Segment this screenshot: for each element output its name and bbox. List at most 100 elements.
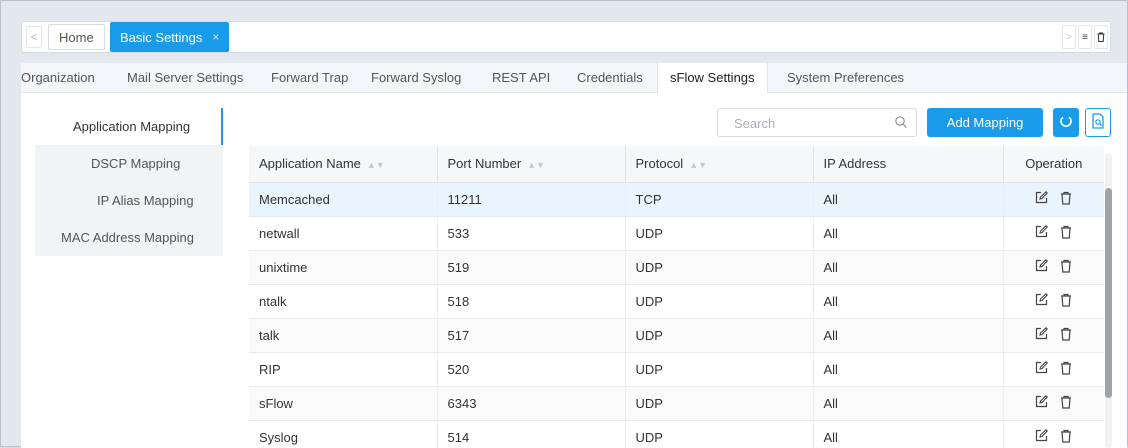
column-header-label: Protocol	[635, 156, 684, 172]
column-header-port-number[interactable]: Port Number ▲▼	[437, 146, 626, 183]
search-icon[interactable]	[894, 115, 908, 129]
cell-ip-address: All	[813, 352, 1004, 387]
tab-strip: < Home Basic Settings × > ≡	[21, 21, 1111, 53]
table-row[interactable]: Syslog 514 UDP All	[249, 420, 1104, 448]
table-row[interactable]: talk 517 UDP All	[249, 318, 1104, 353]
close-icon[interactable]: ×	[212, 30, 219, 44]
cell-application-name: sFlow	[249, 386, 438, 421]
edit-icon[interactable]	[1035, 361, 1049, 374]
cell-application-name: Syslog	[249, 420, 438, 448]
edit-icon[interactable]	[1035, 395, 1049, 408]
cell-protocol: TCP	[625, 182, 814, 217]
trash-icon[interactable]	[1094, 25, 1108, 49]
trash-icon[interactable]	[1060, 395, 1072, 409]
column-header-ip-address: IP Address	[813, 146, 1004, 183]
column-header-label: Application Name	[259, 156, 361, 172]
cell-operation	[1003, 352, 1104, 387]
tab-home-label: Home	[59, 29, 94, 45]
column-header-protocol[interactable]: Protocol ▲▼	[625, 146, 814, 183]
cell-port-number: 517	[437, 318, 626, 353]
cell-protocol: UDP	[625, 250, 814, 285]
table-row[interactable]: unixtime 519 UDP All	[249, 250, 1104, 285]
trash-icon[interactable]	[1060, 191, 1072, 205]
subtab-system-preferences[interactable]: System Preferences	[787, 63, 904, 93]
cell-operation	[1003, 386, 1104, 421]
trash-icon[interactable]	[1060, 429, 1072, 443]
refresh-icon	[1059, 114, 1073, 131]
cell-operation	[1003, 318, 1104, 353]
app-frame: < Home Basic Settings × > ≡ Organization…	[0, 0, 1128, 448]
subtab-rest-api[interactable]: REST API	[492, 63, 550, 93]
subtab-sflow-settings[interactable]: sFlow Settings	[657, 63, 768, 93]
scrollbar-thumb[interactable]	[1105, 188, 1112, 398]
table-row[interactable]: RIP 520 UDP All	[249, 352, 1104, 387]
edit-icon[interactable]	[1035, 429, 1049, 442]
cell-application-name: talk	[249, 318, 438, 353]
table-row[interactable]: Memcached 11211 TCP All	[249, 182, 1104, 217]
menu-icon[interactable]: ≡	[1078, 25, 1092, 49]
tab-scroll-left-button[interactable]: <	[26, 26, 42, 48]
subtab-credentials[interactable]: Credentials	[577, 63, 643, 93]
table-header-row: Application Name ▲▼ Port Number ▲▼ Protoco…	[249, 146, 1104, 183]
trash-icon[interactable]	[1060, 259, 1072, 273]
table-scrollbar[interactable]	[1105, 153, 1112, 448]
cell-operation	[1003, 250, 1104, 285]
cell-operation	[1003, 216, 1104, 251]
trash-icon[interactable]	[1060, 225, 1072, 239]
cell-protocol: UDP	[625, 352, 814, 387]
cell-application-name: RIP	[249, 352, 438, 387]
cell-application-name: ntalk	[249, 284, 438, 319]
refresh-button[interactable]	[1053, 108, 1079, 137]
cell-protocol: UDP	[625, 386, 814, 421]
sort-icon[interactable]: ▲▼	[689, 160, 707, 170]
cell-ip-address: All	[813, 182, 1004, 217]
tab-home[interactable]: Home	[48, 24, 105, 50]
tab-scroll-right-button[interactable]: >	[1062, 25, 1076, 49]
column-header-application-name[interactable]: Application Name ▲▼	[249, 146, 438, 183]
export-icon	[1091, 113, 1105, 132]
table-row[interactable]: sFlow 6343 UDP All	[249, 386, 1104, 421]
subtab-forward-syslog[interactable]: Forward Syslog	[371, 63, 461, 93]
menu-item-mac-address-mapping[interactable]: MAC Address Mapping	[35, 219, 223, 256]
tab-controls: > ≡	[1062, 25, 1108, 49]
left-menu: Application Mapping DSCP Mapping IP Alia…	[35, 108, 223, 256]
menu-item-application-mapping[interactable]: Application Mapping	[35, 108, 223, 145]
tab-basic-settings-label: Basic Settings	[120, 29, 203, 45]
search-box	[717, 108, 917, 137]
subtab-forward-trap[interactable]: Forward Trap	[271, 63, 348, 93]
application-mapping-table: Application Name ▲▼ Port Number ▲▼ Protoco…	[249, 146, 1104, 448]
edit-icon[interactable]	[1035, 191, 1049, 204]
menu-item-ip-alias-mapping[interactable]: IP Alias Mapping	[35, 182, 223, 219]
table-row[interactable]: ntalk 518 UDP All	[249, 284, 1104, 319]
trash-icon[interactable]	[1060, 327, 1072, 341]
edit-icon[interactable]	[1035, 327, 1049, 340]
cell-port-number: 533	[437, 216, 626, 251]
trash-icon[interactable]	[1060, 361, 1072, 375]
edit-icon[interactable]	[1035, 259, 1049, 272]
table-row[interactable]: netwall 533 UDP All	[249, 216, 1104, 251]
menu-item-dscp-mapping[interactable]: DSCP Mapping	[35, 145, 223, 182]
edit-icon[interactable]	[1035, 225, 1049, 238]
cell-ip-address: All	[813, 250, 1004, 285]
cell-protocol: UDP	[625, 318, 814, 353]
search-input[interactable]	[728, 113, 888, 133]
cell-ip-address: All	[813, 420, 1004, 448]
tab-basic-settings[interactable]: Basic Settings ×	[110, 22, 230, 52]
add-mapping-button[interactable]: Add Mapping	[927, 108, 1043, 137]
cell-ip-address: All	[813, 216, 1004, 251]
sort-icon[interactable]: ▲▼	[367, 160, 385, 170]
export-button[interactable]	[1085, 108, 1111, 137]
cell-port-number: 11211	[437, 182, 626, 217]
cell-port-number: 519	[437, 250, 626, 285]
subtab-mail-server-settings[interactable]: Mail Server Settings	[127, 63, 243, 93]
cell-protocol: UDP	[625, 420, 814, 448]
cell-application-name: netwall	[249, 216, 438, 251]
cell-ip-address: All	[813, 284, 1004, 319]
cell-application-name: unixtime	[249, 250, 438, 285]
subtab-organization[interactable]: Organization	[21, 63, 95, 93]
column-header-operation: Operation	[1003, 146, 1104, 183]
trash-icon[interactable]	[1060, 293, 1072, 307]
edit-icon[interactable]	[1035, 293, 1049, 306]
sort-icon[interactable]: ▲▼	[527, 160, 545, 170]
cell-ip-address: All	[813, 386, 1004, 421]
